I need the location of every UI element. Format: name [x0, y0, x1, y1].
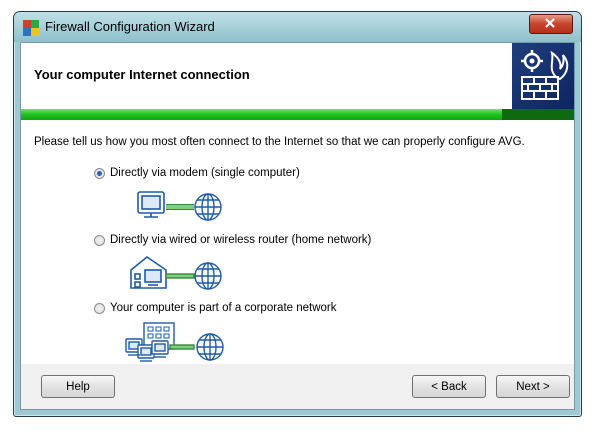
intro-text: Please tell us how you most often connec… — [34, 136, 525, 148]
window-title: Firewall Configuration Wizard — [45, 19, 215, 34]
close-button[interactable] — [529, 14, 573, 34]
router-illustration — [130, 256, 222, 290]
help-button[interactable]: Help — [41, 375, 115, 398]
firewall-icon — [521, 50, 569, 100]
option-router[interactable]: Directly via wired or wireless router (h… — [94, 234, 371, 246]
option-modem[interactable]: Directly via modem (single computer) — [94, 167, 300, 179]
wizard-window: Firewall Configuration Wizard Your compu… — [13, 11, 582, 417]
connection-line-icon — [166, 204, 194, 210]
back-button[interactable]: < Back — [412, 375, 486, 398]
option-corporate[interactable]: Your computer is part of a corporate net… — [94, 302, 337, 314]
progress-fill — [21, 109, 503, 120]
next-button[interactable]: Next > — [496, 375, 570, 398]
monitor-icon — [137, 191, 165, 218]
radio-router[interactable] — [94, 234, 105, 246]
title-bar[interactable]: Firewall Configuration Wizard — [14, 12, 581, 42]
progress-remainder — [502, 109, 574, 120]
globe-icon — [196, 333, 224, 361]
radio-corporate[interactable] — [94, 302, 105, 314]
app-icon — [23, 20, 39, 36]
header-banner — [512, 43, 574, 109]
close-icon — [545, 18, 555, 28]
connection-line-icon — [169, 344, 195, 350]
house-icon — [130, 256, 167, 289]
option-corporate-label: Your computer is part of a corporate net… — [110, 302, 337, 314]
wizard-header: Your computer Internet connection — [21, 43, 574, 109]
progress-bar — [21, 109, 574, 120]
client-area: Your computer Internet connection Please… — [20, 42, 575, 410]
modem-illustration — [137, 191, 222, 221]
connection-line-icon — [165, 273, 195, 279]
globe-icon — [194, 193, 222, 221]
globe-icon — [194, 262, 222, 290]
wizard-body: Please tell us how you most often connec… — [21, 120, 574, 364]
corporate-illustration — [125, 322, 224, 362]
radio-modem[interactable] — [94, 167, 105, 179]
option-modem-label: Directly via modem (single computer) — [110, 167, 300, 179]
button-bar: Help < Back Next > — [21, 364, 574, 409]
option-router-label: Directly via wired or wireless router (h… — [110, 234, 372, 246]
page-title: Your computer Internet connection — [34, 67, 250, 82]
